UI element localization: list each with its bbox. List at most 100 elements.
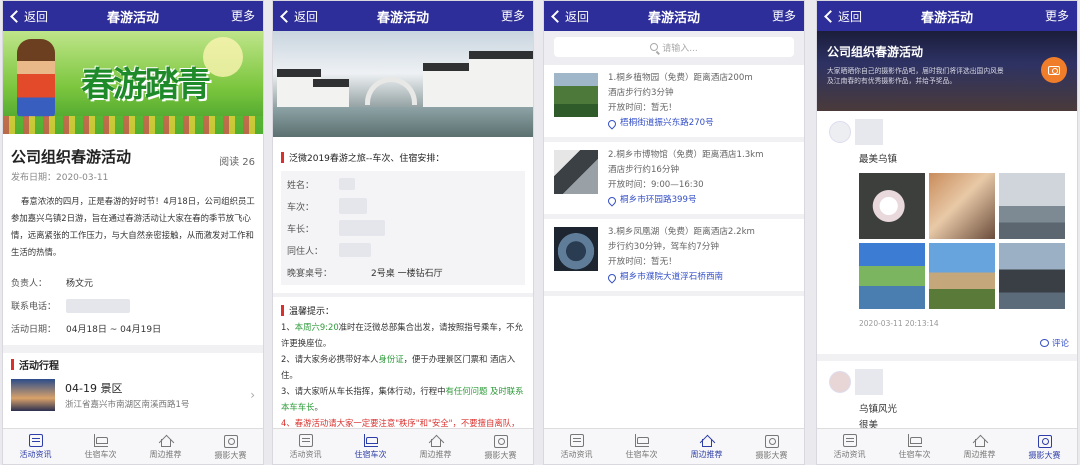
home-icon — [973, 434, 987, 447]
camera-icon — [764, 434, 779, 448]
poi-address[interactable]: 桐乡市濮院大道浮石桥西南 — [606, 270, 755, 285]
poi-photo — [554, 73, 598, 117]
tab-nearby[interactable]: 周边推荐 — [947, 429, 1012, 464]
bed-icon — [634, 433, 649, 447]
poi-photo — [554, 227, 598, 271]
tab-lodging[interactable]: 住宿车次 — [609, 429, 674, 464]
search-bar: 请输入... — [544, 31, 804, 65]
nav-bar: 返回 春游活动 更多 — [544, 1, 804, 31]
page-title: 春游活动 — [920, 10, 973, 26]
more-button[interactable]: 更多 — [501, 1, 525, 31]
bed-icon — [93, 433, 108, 447]
bed-icon — [907, 433, 922, 447]
search-input[interactable]: 请输入... — [554, 37, 794, 57]
water-town-banner — [273, 31, 533, 137]
upload-photo-button[interactable] — [1041, 57, 1067, 83]
tab-activity-info[interactable]: 活动资讯 — [273, 429, 338, 464]
photo-post: 乌镇风光 很美 — [817, 361, 1077, 428]
tip-3: 3、请大家听从车长指挥，集体行动，行程中有任何问题 及时联系本车车长。 — [281, 386, 524, 412]
more-button[interactable]: 更多 — [231, 1, 255, 31]
nav-bar: 返回 春游活动 更多 — [273, 1, 533, 31]
home-icon — [429, 434, 443, 447]
back-button[interactable]: 返回 — [279, 1, 318, 31]
photo-thumb[interactable] — [859, 173, 925, 239]
banner-image: 春游踏青 — [3, 31, 263, 134]
photo-thumb[interactable] — [999, 173, 1065, 239]
location-pin-icon — [606, 271, 618, 284]
phone-photo-contest: 返回 春游活动 更多 公司组织春游活动 大家晒晒你自己的摄影作品吧，届时我们将评… — [816, 0, 1078, 465]
tab-nearby[interactable]: 周边推荐 — [674, 429, 739, 464]
contest-description: 大家晒晒你自己的摄影作品吧，届时我们将评选出国内风景及江南春的有优秀摄影作品，并… — [827, 67, 1004, 85]
tab-photo-contest[interactable]: 摄影大赛 — [739, 429, 804, 464]
tab-lodging[interactable]: 住宿车次 — [68, 429, 133, 464]
tab-photo-contest[interactable]: 摄影大赛 — [198, 429, 263, 464]
poi-address[interactable]: 梧桐街道振兴东路270号 — [606, 116, 753, 131]
tip-4: 4、春游活动请大家一定要注意"秩序"和"安全"，不要擅自离队，请大家一定注意人身… — [281, 418, 520, 428]
tab-nearby[interactable]: 周边推荐 — [403, 429, 468, 464]
photo-thumb[interactable] — [929, 243, 995, 309]
tab-activity-info[interactable]: 活动资讯 — [544, 429, 609, 464]
page-title: 春游活动 — [376, 10, 429, 26]
train-row: 车次： — [287, 195, 519, 217]
phone-nearby: 返回 春游活动 更多 请输入... 1.桐乡植物园（免费）距离酒店200m 酒店… — [543, 0, 805, 465]
more-button[interactable]: 更多 — [772, 1, 796, 31]
location-pin-icon — [606, 117, 618, 130]
arrangement-title: 泛微2019春游之旅--车次、住宿安排： — [281, 149, 525, 165]
tab-photo-contest[interactable]: 摄影大赛 — [468, 429, 533, 464]
trip-thumbnail — [11, 379, 55, 411]
camera-icon — [493, 434, 508, 448]
owner-row: 负责人： 杨文元 — [11, 279, 94, 289]
blurred-phone — [66, 298, 130, 313]
location-pin-icon — [606, 194, 618, 207]
chevron-left-icon — [10, 9, 23, 23]
tips-title: 温馨提示： — [281, 301, 525, 319]
leader-row: 车长： — [287, 217, 519, 239]
page-title: 春游活动 — [647, 10, 700, 26]
poi-item[interactable]: 3.桐乡凤凰湖（免费）距离酒店2.2km 步行约30分钟，驾车约7分钟 开放时间… — [544, 219, 804, 296]
back-button[interactable]: 返回 — [9, 1, 48, 31]
comment-button[interactable]: 评论 — [1039, 337, 1069, 349]
comment-icon — [1039, 339, 1049, 347]
back-button[interactable]: 返回 — [823, 1, 862, 31]
contest-title: 公司组织春游活动 — [827, 45, 924, 59]
trip-item[interactable]: 04-19 景区 浙江省嘉兴市南湖区南溪西路1号 › — [11, 375, 255, 415]
poi-item[interactable]: 2.桐乡市博物馆（免费）距离酒店1.3km 酒店步行约16分钟 开放时间：9:0… — [544, 142, 804, 219]
tab-nearby[interactable]: 周边推荐 — [133, 429, 198, 464]
poi-address[interactable]: 桐乡市环园路399号 — [606, 193, 764, 208]
avatar — [829, 371, 851, 393]
page-title: 春游活动 — [106, 10, 159, 26]
post-caption: 最美乌镇 — [859, 154, 898, 165]
photo-thumb[interactable] — [859, 243, 925, 309]
nav-bar: 返回 春游活动 更多 — [817, 1, 1077, 31]
nav-bar: 返回 春游活动 更多 — [3, 1, 263, 31]
more-button[interactable]: 更多 — [1045, 1, 1069, 31]
tab-lodging[interactable]: 住宿车次 — [338, 429, 403, 464]
photo-grid — [859, 173, 1067, 309]
camera-icon — [1037, 434, 1052, 448]
chevron-left-icon — [551, 9, 564, 23]
tab-bar: 活动资讯 住宿车次 周边推荐 摄影大赛 — [3, 428, 263, 464]
post-caption: 乌镇风光 — [859, 404, 898, 415]
photo-thumb[interactable] — [929, 173, 995, 239]
read-count: 阅读 26 — [219, 157, 255, 168]
publish-date: 发布日期：2020-03-11 — [11, 173, 109, 183]
photo-thumb[interactable] — [999, 243, 1065, 309]
back-button[interactable]: 返回 — [550, 1, 589, 31]
roommate-row: 同住人： — [287, 239, 519, 261]
tab-activity-info[interactable]: 活动资讯 — [817, 429, 882, 464]
phone-activity-info: 返回 春游活动 更多 春游踏青 阅读 26 公司组织春游活动 发布日期：2020… — [2, 0, 264, 465]
tips-list: 1、本周六9:20准时在泛微总部集合出发，请按照指号乘车，不允许更换座位。 2、… — [281, 319, 525, 428]
tab-bar: 活动资讯 住宿车次 周边推荐 摄影大赛 — [817, 428, 1077, 464]
poi-item[interactable]: 1.桐乡植物园（免费）距离酒店200m 酒店步行约3分钟 开放时间：暂无！ 梧桐… — [544, 65, 804, 142]
bed-icon — [363, 433, 378, 447]
tab-activity-info[interactable]: 活动资讯 — [3, 429, 68, 464]
phone-row: 联系电话： — [11, 294, 255, 317]
tab-photo-contest[interactable]: 摄影大赛 — [1012, 429, 1077, 464]
contest-banner: 公司组织春游活动 大家晒晒你自己的摄影作品吧，届时我们将评选出国内风景及江南春的… — [817, 31, 1077, 111]
arrangement-box: 姓名： 车次： 车长： 同住人： 晚宴桌号： 2号桌 一楼钻石厅 — [281, 171, 525, 285]
tab-lodging[interactable]: 住宿车次 — [882, 429, 947, 464]
tip-2: 2、请大家务必携带好本人身份证，便于办理景区门票和 酒店入住。 — [281, 354, 516, 380]
tab-bar: 活动资讯 住宿车次 周边推荐 摄影大赛 — [273, 428, 533, 464]
phone-lodging: 返回 春游活动 更多 泛微2019春游之旅--车次、住宿安排： 姓名： 车次： … — [272, 0, 534, 465]
trip-title: 04-19 景区 — [65, 382, 123, 395]
